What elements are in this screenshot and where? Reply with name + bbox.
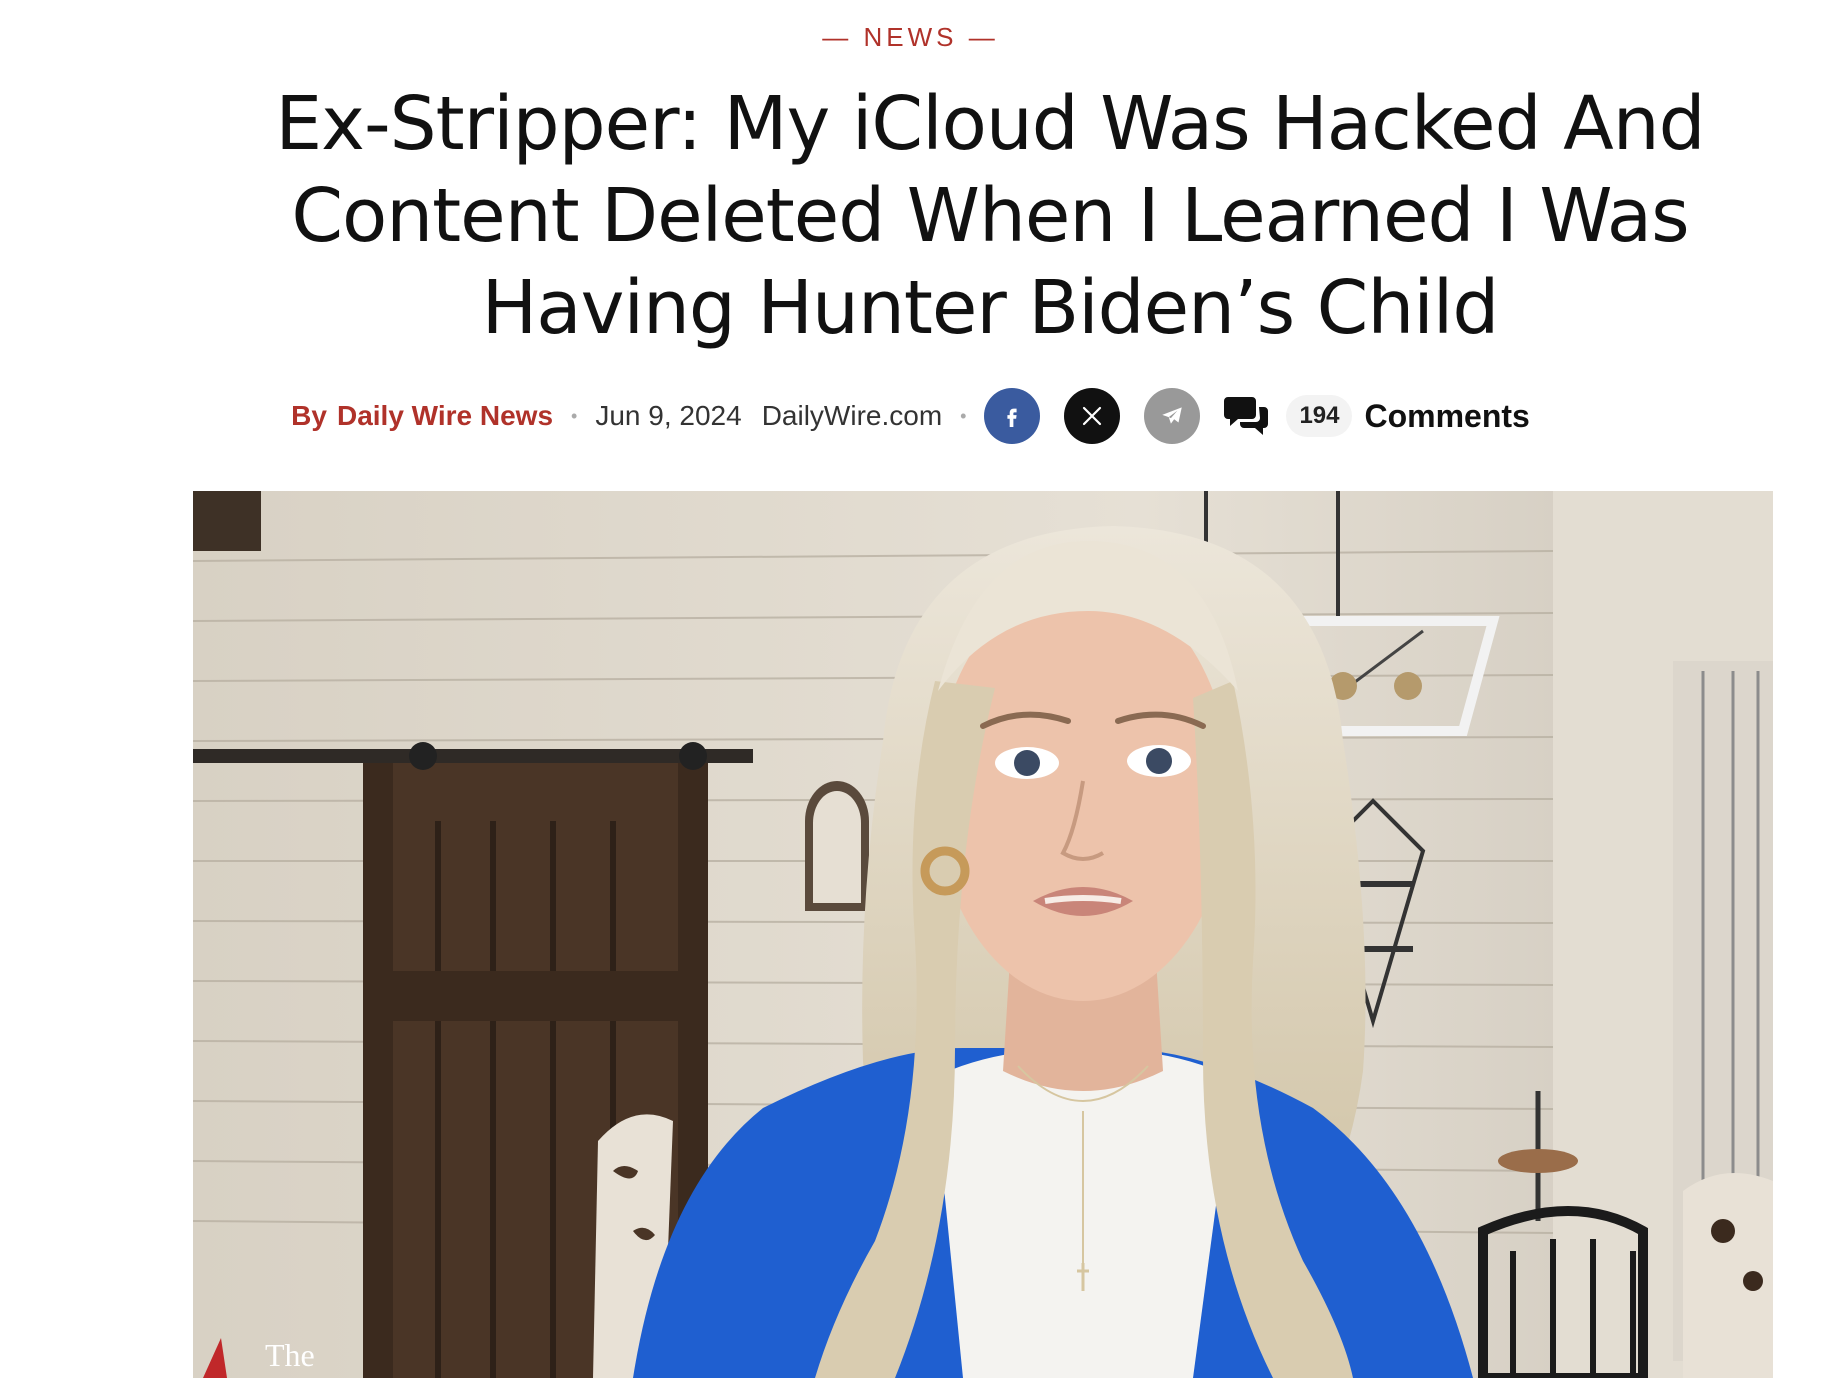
source-name: DailyWire.com <box>761 400 943 431</box>
section-label[interactable]: — NEWS — <box>0 22 1821 53</box>
x-share-button[interactable] <box>1064 388 1121 444</box>
telegram-share-button[interactable] <box>1144 388 1201 444</box>
facebook-icon <box>1007 408 1018 427</box>
byline-separator: • <box>571 405 578 426</box>
comment-count-badge[interactable]: 194 <box>1286 395 1353 437</box>
comments-link[interactable]: Comments <box>1364 398 1529 435</box>
telegram-icon <box>1162 407 1183 424</box>
x-icon <box>1083 406 1102 426</box>
article-headline: Ex-Stripper: My iCloud Was Hacked And Co… <box>275 81 1705 351</box>
section-dash-left: — <box>822 22 853 52</box>
section-dash-right: — <box>968 22 999 52</box>
section-name[interactable]: NEWS <box>864 22 958 52</box>
comments-icon[interactable] <box>1224 395 1270 437</box>
video-watermark: The <box>265 1337 315 1373</box>
publish-date: Jun 9, 2024 <box>595 400 742 431</box>
author-link[interactable]: Daily Wire News <box>337 400 553 432</box>
facebook-share-button[interactable] <box>984 388 1041 444</box>
byline: By Daily Wire News • Jun 9, 2024 DailyWi… <box>0 386 1821 446</box>
hero-image[interactable]: The <box>193 491 1773 1378</box>
byline-by: By <box>291 400 327 431</box>
hero-photo <box>193 491 1773 1378</box>
byline-separator: • <box>960 405 967 426</box>
